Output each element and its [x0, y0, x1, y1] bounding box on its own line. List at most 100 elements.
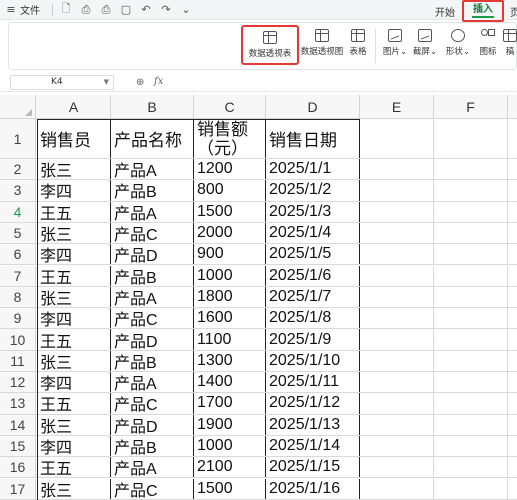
table-cell[interactable]: 王五	[37, 201, 111, 222]
table-cell[interactable]: 2025/1/14	[266, 435, 360, 457]
empty-cell[interactable]	[360, 244, 434, 265]
table-cell[interactable]: 900	[194, 244, 266, 265]
table-cell[interactable]: 1300	[194, 350, 266, 371]
empty-cell[interactable]	[434, 222, 508, 244]
table-cell[interactable]: 2025/1/1	[266, 159, 360, 180]
table-cell[interactable]: 王五	[37, 393, 111, 414]
empty-cell[interactable]	[360, 308, 434, 329]
chevron-down-icon[interactable]: ▼	[104, 76, 109, 89]
table-cell[interactable]: 1600	[194, 308, 266, 329]
function-icon[interactable]: fx	[154, 76, 163, 87]
more-icon[interactable]: ⌄	[179, 3, 193, 16]
print-preview-icon[interactable]: ▢	[119, 3, 133, 16]
table-cell[interactable]: 产品D	[111, 244, 194, 265]
header-cell[interactable]: 销售额（元）	[194, 119, 266, 158]
empty-cell[interactable]	[360, 329, 434, 350]
table-cell[interactable]: 1900	[194, 414, 266, 435]
tab-start[interactable]: 开始	[435, 4, 455, 19]
table-cell[interactable]: 2025/1/15	[266, 457, 360, 478]
save-icon[interactable]: 🗋	[59, 0, 73, 19]
table-cell[interactable]: 2025/1/3	[266, 201, 360, 222]
table-cell[interactable]: 2025/1/6	[266, 265, 360, 286]
empty-cell[interactable]	[360, 478, 434, 499]
table-cell[interactable]: 张三	[37, 478, 111, 499]
spreadsheet-grid[interactable]: 1 销售员 产品名称 销售额（元） 销售日期 2 张三 产品A 1200 2025/1/1 3 李四产…	[0, 119, 517, 500]
table-cell[interactable]: 1200	[194, 159, 266, 180]
table-cell[interactable]: 2025/1/11	[266, 372, 360, 393]
table-cell[interactable]: 王五	[37, 457, 111, 478]
column-header-e[interactable]: E	[360, 95, 434, 119]
empty-cell[interactable]	[360, 350, 434, 371]
table-cell[interactable]: 张三	[37, 222, 111, 244]
column-header-d[interactable]: D	[266, 95, 360, 119]
picture-button[interactable]: 图片⌄	[381, 23, 409, 67]
table-cell[interactable]: 产品A	[111, 201, 194, 222]
empty-cell[interactable]	[434, 180, 508, 201]
table-cell[interactable]: 李四	[37, 308, 111, 329]
table-cell[interactable]: 李四	[37, 435, 111, 457]
table-cell[interactable]: 2025/1/16	[266, 478, 360, 499]
row-number[interactable]: 4	[0, 201, 36, 222]
empty-cell[interactable]	[434, 372, 508, 393]
row-number[interactable]: 8	[0, 286, 36, 308]
row-number[interactable]: 2	[0, 159, 36, 180]
table-cell[interactable]: 张三	[37, 286, 111, 308]
print-icon[interactable]: ⎙	[99, 3, 113, 17]
table-cell[interactable]: 2100	[194, 457, 266, 478]
empty-cell[interactable]	[360, 119, 434, 158]
table-cell[interactable]: 张三	[37, 350, 111, 371]
table-cell[interactable]: 产品C	[111, 308, 194, 329]
redo-icon[interactable]: ↷	[159, 3, 173, 16]
zoom-icon[interactable]: ⊕	[136, 77, 144, 88]
table-cell[interactable]: 1000	[194, 435, 266, 457]
empty-cell[interactable]	[434, 414, 508, 435]
table-cell[interactable]: 2025/1/5	[266, 244, 360, 265]
table-cell[interactable]: 800	[194, 180, 266, 201]
empty-cell[interactable]	[434, 350, 508, 371]
tab-page-layout[interactable]: 页	[510, 4, 517, 19]
empty-cell[interactable]	[434, 308, 508, 329]
empty-cell[interactable]	[434, 286, 508, 308]
empty-cell[interactable]	[360, 372, 434, 393]
empty-cell[interactable]	[434, 393, 508, 414]
tab-insert[interactable]: 插入	[462, 0, 504, 22]
screenshot-button[interactable]: 截屏⌄	[411, 23, 439, 67]
table-cell[interactable]: 1100	[194, 329, 266, 350]
table-cell[interactable]: 产品B	[111, 180, 194, 201]
row-number[interactable]: 12	[0, 372, 36, 393]
table-cell[interactable]: 产品A	[111, 372, 194, 393]
empty-cell[interactable]	[360, 222, 434, 244]
table-cell[interactable]: 2025/1/2	[266, 180, 360, 201]
table-cell[interactable]: 王五	[37, 329, 111, 350]
column-header-c[interactable]: C	[194, 95, 266, 119]
empty-cell[interactable]	[360, 180, 434, 201]
table-cell[interactable]: 张三	[37, 414, 111, 435]
table-cell[interactable]: 李四	[37, 372, 111, 393]
empty-cell[interactable]	[434, 119, 508, 158]
row-number[interactable]: 3	[0, 180, 36, 201]
save-as-icon[interactable]: ⎙	[79, 3, 93, 17]
more-ribbon-button[interactable]: 稿	[503, 23, 517, 67]
table-cell[interactable]: 产品A	[111, 286, 194, 308]
table-cell[interactable]: 2025/1/12	[266, 393, 360, 414]
table-cell[interactable]: 张三	[37, 159, 111, 180]
icons-button[interactable]: 图标	[475, 23, 501, 67]
column-header-a[interactable]: A	[37, 95, 111, 119]
table-cell[interactable]: 2025/1/13	[266, 414, 360, 435]
row-number[interactable]: 14	[0, 414, 36, 435]
table-cell[interactable]: 产品D	[111, 414, 194, 435]
file-menu[interactable]: 文件	[20, 2, 40, 17]
table-cell[interactable]: 产品B	[111, 350, 194, 371]
name-box[interactable]: K4 ▼	[10, 75, 114, 90]
table-cell[interactable]: 产品C	[111, 393, 194, 414]
table-cell[interactable]: 2025/1/7	[266, 286, 360, 308]
empty-cell[interactable]	[360, 393, 434, 414]
table-cell[interactable]: 李四	[37, 244, 111, 265]
empty-cell[interactable]	[434, 159, 508, 180]
empty-cell[interactable]	[434, 329, 508, 350]
empty-cell[interactable]	[434, 457, 508, 478]
table-cell[interactable]: 2025/1/9	[266, 329, 360, 350]
table-cell[interactable]: 产品B	[111, 435, 194, 457]
pivot-chart-button[interactable]: 数据透视图	[299, 23, 345, 67]
empty-cell[interactable]	[360, 414, 434, 435]
